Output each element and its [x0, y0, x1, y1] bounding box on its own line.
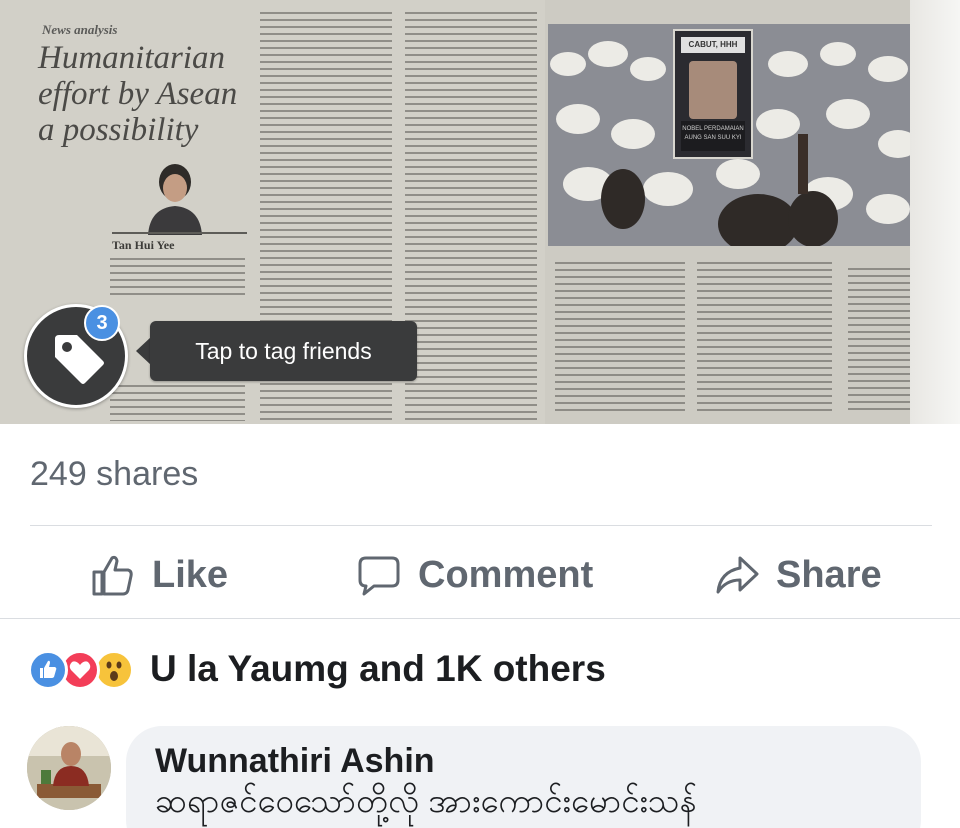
- share-label: Share: [776, 553, 882, 596]
- article-headline: Humanitarian effort by Asean a possibili…: [38, 40, 248, 148]
- newsprint-column: [405, 12, 537, 420]
- comment-button[interactable]: Comment: [356, 545, 593, 605]
- headline-line: Humanitarian: [38, 40, 226, 76]
- headline-line: a possibility: [38, 112, 199, 148]
- wow-reaction-icon: [94, 650, 134, 690]
- author-portrait: [148, 164, 202, 235]
- thumbs-up-icon: [92, 555, 133, 596]
- article-byline: Tan Hui Yee: [112, 238, 175, 252]
- like-reaction-icon: [28, 650, 68, 690]
- newsprint-column: [110, 258, 245, 298]
- headline-line: effort by Asean: [38, 76, 238, 112]
- comment-text: ဆရာဇင်ဝေသော်တို့လို အားကောင်းမောင်းသန်: [155, 782, 697, 819]
- placard-portrait: [689, 61, 737, 119]
- newsprint-column: [848, 268, 914, 414]
- article-kicker: News analysis: [42, 22, 118, 37]
- reaction-summary[interactable]: U la Yaumg and 1K others: [150, 648, 606, 690]
- newsprint-column: [555, 262, 685, 414]
- commenter-avatar[interactable]: [27, 726, 111, 810]
- like-button[interactable]: Like: [90, 545, 228, 605]
- divider: [0, 618, 960, 619]
- newsprint-column: [697, 262, 832, 414]
- comment-author[interactable]: Wunnathiri Ashin: [155, 742, 435, 781]
- tag-tooltip[interactable]: Tap to tag friends: [150, 321, 417, 381]
- share-button[interactable]: Share: [714, 545, 882, 605]
- comment-bubble-icon: [358, 556, 400, 596]
- newsprint-column: [110, 385, 245, 421]
- protest-placard: CABUT, HHH NOBEL PERDAMAIAN AUNG SAN SUU…: [673, 29, 753, 159]
- share-arrow-icon: [716, 556, 759, 594]
- photo-edge: [910, 0, 960, 424]
- tooltip-arrow: [136, 337, 151, 365]
- news-photo: CABUT, HHH NOBEL PERDAMAIAN AUNG SAN SUU…: [548, 24, 910, 246]
- avatar-image: [27, 726, 111, 810]
- byline-rule: [112, 232, 247, 234]
- comment-label: Comment: [418, 553, 594, 596]
- share-count[interactable]: 249 shares: [30, 455, 198, 494]
- placard-caption: NOBEL PERDAMAIAN AUNG SAN SUU KYI: [681, 121, 745, 151]
- divider: [30, 525, 932, 526]
- tag-count-badge: 3: [84, 305, 120, 341]
- placard-headline: CABUT, HHH: [681, 37, 745, 53]
- like-label: Like: [152, 553, 229, 596]
